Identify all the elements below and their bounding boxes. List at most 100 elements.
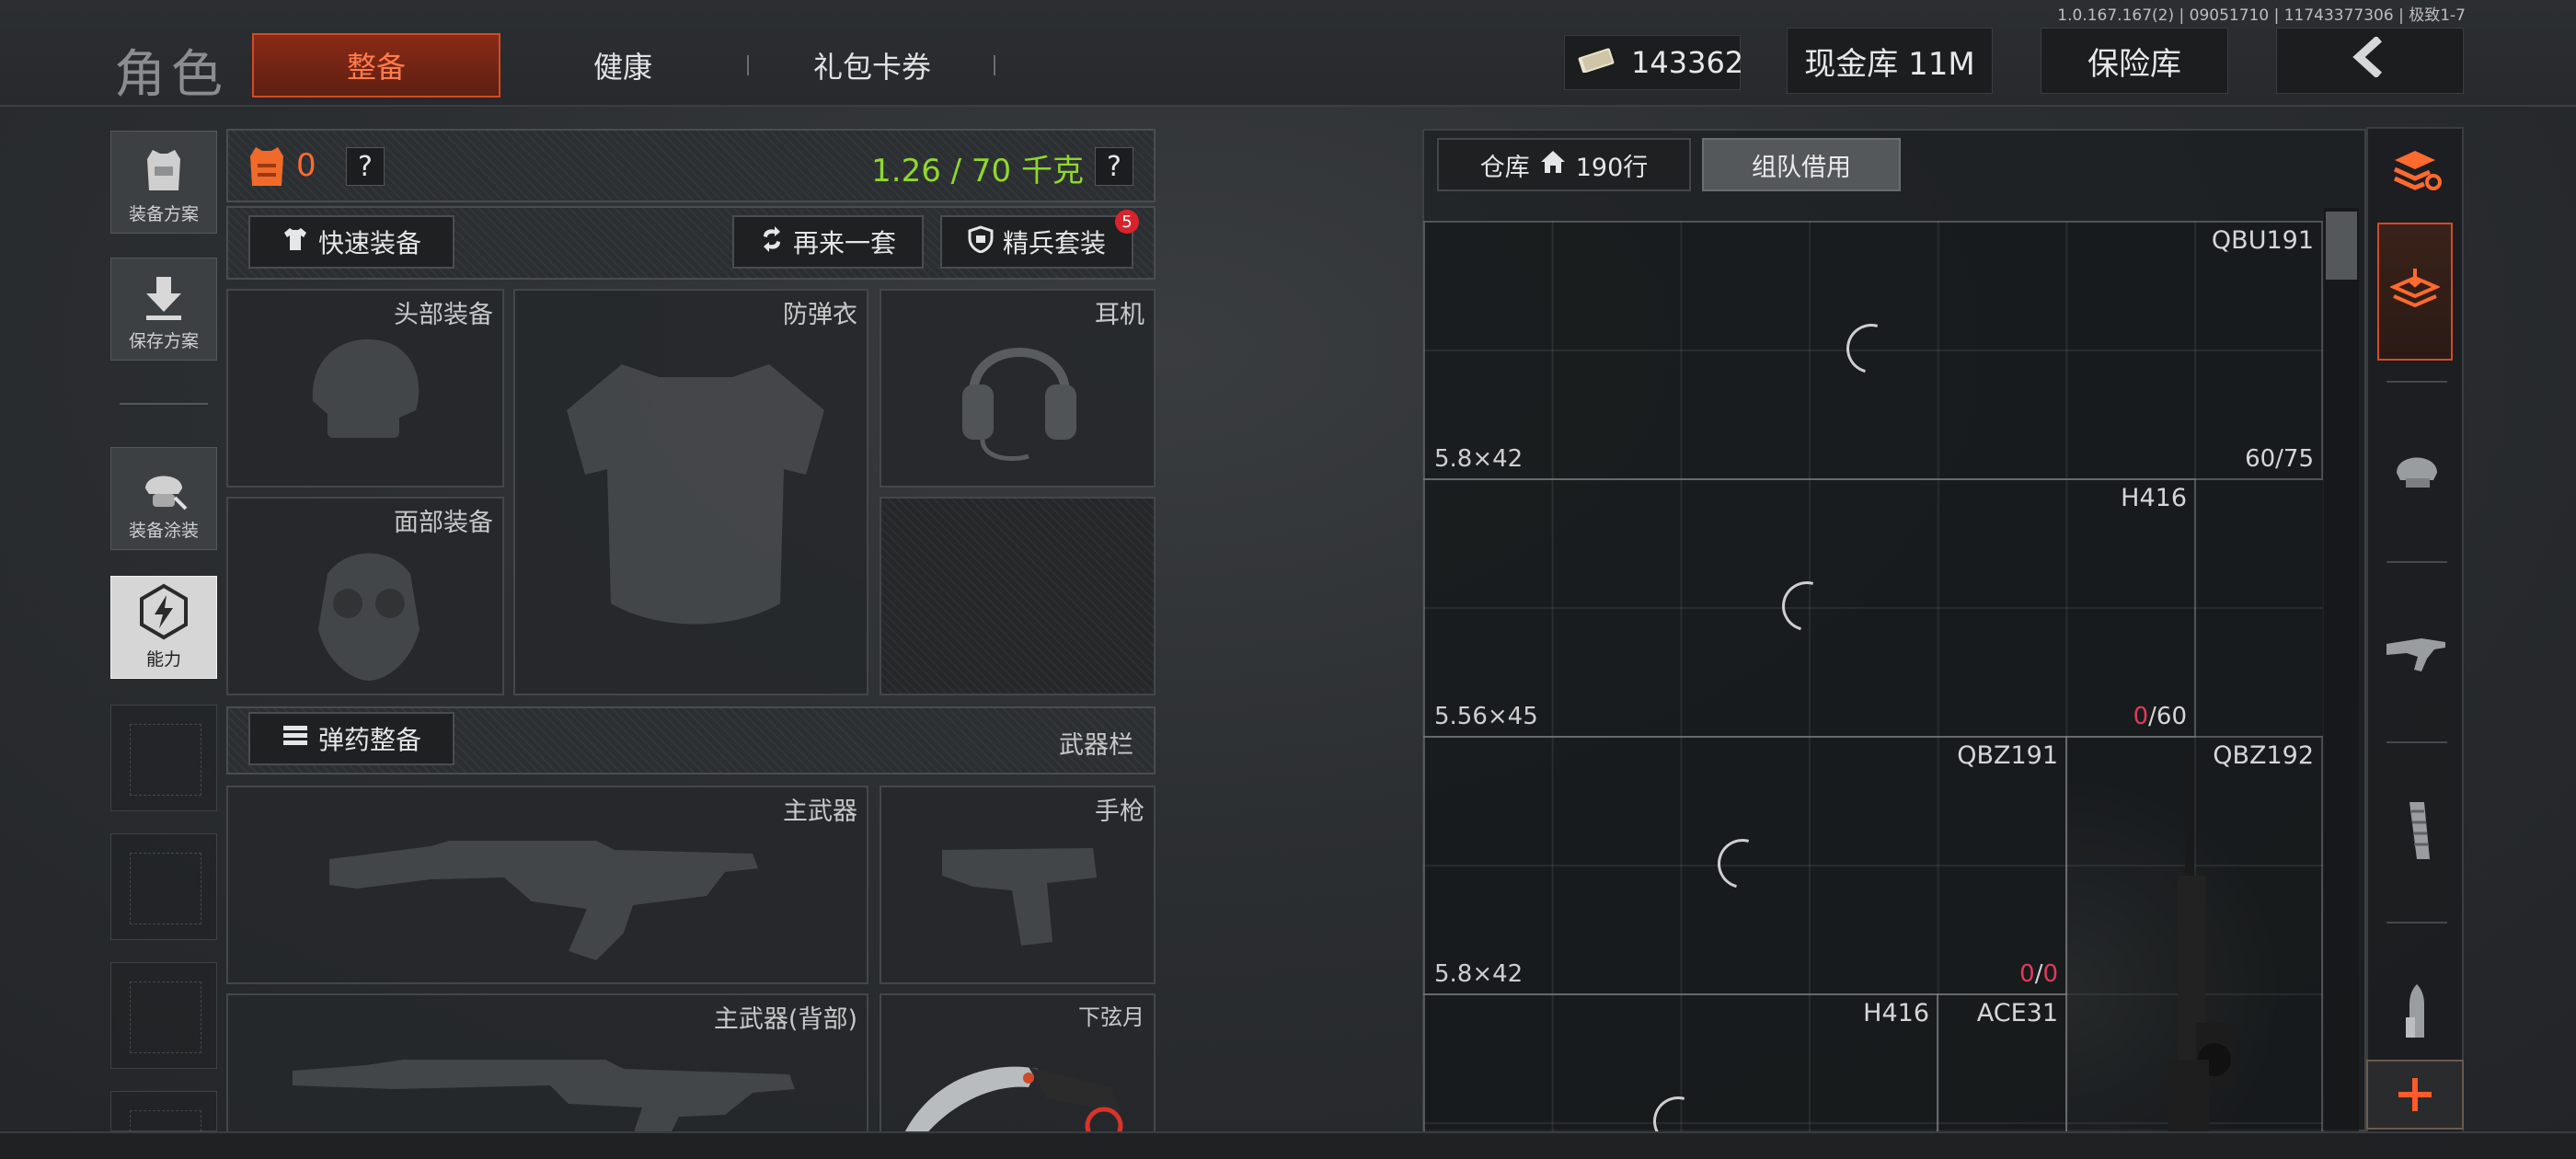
slot-label: 主武器(背部)	[713, 1005, 857, 1034]
loadout-header: 0 ? 1.26 / 70 千克 ?	[226, 129, 1156, 202]
sidebar-item-save-plan[interactable]: 保存方案	[110, 258, 217, 361]
lightning-icon	[134, 582, 193, 646]
slot-label: 耳机	[1095, 301, 1144, 329]
sidebar-item-label: 能力	[145, 649, 181, 670]
melee-slot[interactable]: 下弦月	[880, 993, 1156, 1131]
slot-label: 主武器	[783, 798, 857, 826]
tab-gift-coupons[interactable]: 礼包卡券	[764, 33, 981, 98]
sidebar-item-loadout-plans[interactable]: 装备方案	[110, 131, 217, 234]
quick-equip-label: 快速装备	[317, 228, 421, 258]
tab-divider	[747, 55, 749, 75]
ammo-current: 0	[2019, 960, 2035, 988]
sidebar-divider	[120, 403, 208, 405]
ammo-equip-button[interactable]: 弹药整备	[248, 712, 454, 765]
vertical-rifle-icon	[2168, 756, 2233, 1159]
plus-icon	[2398, 1078, 2432, 1111]
pistol-slot[interactable]: 手枪	[880, 786, 1156, 984]
helmet-paint-icon	[138, 461, 190, 517]
empty-sidebar-slot	[110, 705, 217, 811]
category-divider	[2386, 381, 2447, 383]
cash-vault-button[interactable]: 现金库 11M	[1787, 28, 1993, 94]
tab-storage[interactable]: 仓库 190行	[1437, 138, 1691, 191]
face-gear-slot[interactable]: 面部装备	[226, 497, 504, 695]
sidebar-item-label: 保存方案	[128, 331, 199, 351]
karambit-icon	[904, 1066, 1123, 1131]
version-label: 1.0.167.167(2) | 09051710 | 11743377306 …	[2057, 6, 2466, 25]
warehouse-item-qbu191[interactable]: QBU191 5.8×42 60/75	[1423, 221, 2323, 480]
tab-loadout[interactable]: 整备	[252, 33, 500, 98]
armor-count: 0	[296, 147, 316, 184]
gas-mask-icon	[318, 553, 420, 681]
elite-set-label: 精兵套装	[1002, 228, 1106, 258]
bottom-bar	[0, 1131, 2576, 1159]
pistol-icon	[942, 848, 1097, 946]
slot-label: 防弹衣	[783, 301, 857, 329]
notification-badge: 5	[1115, 210, 1139, 234]
home-icon	[1539, 149, 1567, 181]
tab-health[interactable]: 健康	[515, 33, 730, 98]
warehouse-item-h416[interactable]: H416 5.56×45 0/60	[1423, 478, 2196, 738]
item-ammo-count: 0/0	[2019, 960, 2058, 988]
ammo-equip-label: 弹药整备	[317, 725, 421, 755]
empty-sidebar-slot	[110, 962, 217, 1069]
warehouse-scrollbar[interactable]	[2324, 208, 2359, 1131]
item-name: H416	[2121, 484, 2187, 512]
quick-equip-button[interactable]: 快速装备	[248, 215, 454, 269]
headset-icon	[962, 348, 1076, 461]
weight-display: 1.26 / 70 千克	[871, 153, 1084, 189]
slot-label: 下弦月	[1078, 1004, 1144, 1030]
category-stash-icon[interactable]	[2377, 223, 2453, 361]
category-magazine-icon[interactable]	[2383, 797, 2451, 865]
empty-sidebar-slot	[110, 1091, 217, 1159]
primary-weapon-back-slot[interactable]: 主武器(背部)	[226, 993, 868, 1135]
warehouse-grid: QBU191 5.8×42 60/75 H416 5.56×45 0/60 QB…	[1423, 221, 2323, 1159]
insurance-vault-button[interactable]: 保险库	[2041, 28, 2228, 94]
shield-icon	[968, 224, 994, 259]
warehouse-item-qbz192[interactable]: QBZ192	[2065, 736, 2323, 1159]
shirt-icon	[282, 225, 309, 259]
category-rifle-icon[interactable]	[2383, 618, 2451, 686]
elite-set-button[interactable]: 精兵套装	[940, 215, 1133, 269]
armor-help-button[interactable]: ?	[346, 147, 385, 186]
item-ammo-count: 60/75	[2245, 445, 2314, 473]
empty-equipment-slot	[880, 497, 1156, 695]
body-armor-icon	[567, 364, 824, 625]
page-title: 角色	[114, 45, 228, 105]
vest-icon	[138, 144, 190, 201]
refresh-icon	[760, 225, 784, 259]
another-set-button[interactable]: 再来一套	[732, 215, 924, 269]
body-armor-slot[interactable]: 防弹衣	[513, 289, 868, 695]
ammo-icon	[282, 722, 309, 756]
loading-spinner-icon	[1708, 830, 1777, 898]
tab-team-borrow[interactable]: 组队借用	[1702, 138, 1901, 191]
sidebar-item-label: 装备方案	[128, 204, 199, 224]
scrollbar-thumb[interactable]	[2326, 212, 2357, 280]
item-name: QBZ191	[1957, 741, 2058, 770]
category-all-stack-icon[interactable]	[2383, 136, 2451, 204]
head-gear-slot[interactable]: 头部装备	[226, 289, 504, 488]
item-caliber: 5.8×42	[1434, 445, 1524, 473]
weight-help-button[interactable]: ?	[1095, 147, 1133, 186]
back-arrow-icon	[2352, 35, 2388, 86]
category-bullet-icon[interactable]	[2383, 979, 2451, 1047]
category-divider	[2386, 561, 2447, 563]
another-set-label: 再来一套	[792, 228, 896, 258]
weapon-bar-label: 武器栏	[1059, 731, 1133, 760]
headset-slot[interactable]: 耳机	[880, 289, 1156, 488]
sidebar-item-label: 装备涂装	[128, 521, 199, 541]
assault-rifle-icon	[293, 1060, 795, 1135]
ammo-current: 0	[2133, 703, 2149, 730]
category-helmet-icon[interactable]	[2383, 434, 2451, 502]
item-ammo-count: 0/60	[2133, 703, 2187, 730]
sidebar-item-skins[interactable]: 装备涂装	[110, 447, 217, 550]
warehouse-item-qbz191[interactable]: QBZ191 5.8×42 0/0	[1423, 736, 2067, 995]
category-sidebar	[2366, 127, 2464, 1159]
ammo-max: 0	[2042, 960, 2058, 988]
primary-weapon-slot[interactable]: 主武器	[226, 786, 868, 984]
tab-divider	[994, 55, 995, 75]
sidebar-item-abilities[interactable]: 能力	[110, 576, 217, 679]
empty-sidebar-slot	[110, 833, 217, 940]
money-display: 143362	[1564, 35, 1743, 90]
add-category-button[interactable]	[2366, 1060, 2464, 1130]
back-button[interactable]	[2276, 28, 2464, 94]
